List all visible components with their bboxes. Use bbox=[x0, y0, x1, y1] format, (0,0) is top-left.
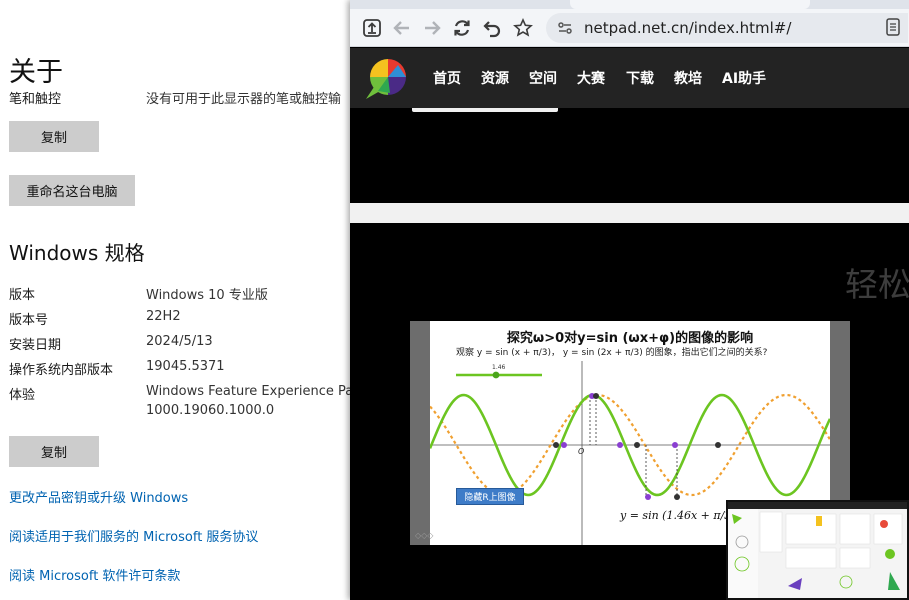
nav-home[interactable]: 首页 bbox=[433, 68, 461, 88]
nav-resources[interactable]: 资源 bbox=[481, 68, 509, 88]
spec-value-os-build: 19045.5371 bbox=[146, 359, 225, 374]
netpad-logo[interactable] bbox=[360, 55, 416, 101]
spec-value-experience-build: 1000.19060.1000.0 bbox=[146, 403, 275, 418]
hero-section: 轻松 1.46 O 探究ω>0对y=sin (ωx+φ)的图像的影响 观察 y … bbox=[350, 223, 909, 600]
figure-subtitle: 观察 y = sin (x + π/3)， y = sin (2x + π/3)… bbox=[456, 348, 768, 358]
browser-window: netpad.net.cn/index.html#/ 首页 资源 空间 大赛 下… bbox=[350, 0, 909, 600]
about-title: 关于 bbox=[9, 57, 63, 88]
copy-windows-specs-button[interactable]: 复制 bbox=[9, 436, 99, 467]
license-terms-link[interactable]: 阅读 Microsoft 软件许可条款 bbox=[9, 565, 180, 584]
site-settings-icon[interactable] bbox=[554, 17, 576, 39]
nav-contest[interactable]: 大赛 bbox=[577, 68, 605, 88]
reader-icon[interactable] bbox=[886, 18, 904, 38]
slider-value: 1.46 bbox=[492, 364, 506, 371]
browser-toolbar: netpad.net.cn/index.html#/ bbox=[350, 9, 909, 47]
nav-ai-assistant[interactable]: AI助手 bbox=[722, 68, 766, 88]
star-icon[interactable] bbox=[511, 16, 535, 40]
spec-label-os-build: 操作系统内部版本 bbox=[9, 363, 114, 378]
settings-about-panel: 关于 笔和触控 没有可用于此显示器的笔或触控输 复制 重命名这台电脑 Windo… bbox=[0, 0, 350, 600]
hide-r-graph-button[interactable]: 隐藏R上图像 bbox=[456, 488, 524, 505]
nav-space[interactable]: 空间 bbox=[529, 68, 557, 88]
slider-handle bbox=[492, 371, 500, 379]
copy-device-specs-button[interactable]: 复制 bbox=[9, 121, 99, 152]
thumbnail-preview[interactable] bbox=[726, 500, 909, 600]
banner-area bbox=[350, 108, 909, 203]
share-icon[interactable] bbox=[360, 16, 384, 40]
origin-label: O bbox=[578, 447, 584, 456]
spec-value-install-date: 2024/5/13 bbox=[146, 334, 213, 349]
figure-title: 探究ω>0对y=sin (ωx+φ)的图像的影响 bbox=[506, 331, 754, 346]
undo-icon[interactable] bbox=[480, 16, 504, 40]
pen-touch-value: 没有可用于此显示器的笔或触控输 bbox=[146, 92, 342, 107]
hero-heading: 轻松 bbox=[845, 265, 909, 304]
spec-label-version: 版本号 bbox=[9, 313, 49, 328]
figure-controls-icon[interactable]: ◇◇◇ bbox=[415, 531, 433, 540]
windows-spec-title: Windows 规格 bbox=[9, 241, 145, 265]
rename-pc-button[interactable]: 重命名这台电脑 bbox=[9, 175, 135, 206]
banner-indicator bbox=[412, 108, 558, 112]
nav-download[interactable]: 下载 bbox=[626, 68, 654, 88]
address-bar[interactable]: netpad.net.cn/index.html#/ bbox=[546, 13, 908, 43]
url-text[interactable]: netpad.net.cn/index.html#/ bbox=[584, 19, 791, 37]
spec-label-install-date: 安装日期 bbox=[9, 338, 62, 353]
spec-label-edition: 版本 bbox=[9, 288, 36, 303]
spec-label-experience: 体验 bbox=[9, 388, 36, 403]
pen-touch-label: 笔和触控 bbox=[9, 92, 62, 107]
change-product-key-link[interactable]: 更改产品密钥或升级 Windows bbox=[9, 487, 188, 506]
reload-icon[interactable] bbox=[450, 16, 474, 40]
spec-value-version: 22H2 bbox=[146, 309, 181, 324]
tab-strip bbox=[350, 0, 909, 9]
spec-value-edition: Windows 10 专业版 bbox=[146, 288, 268, 303]
section-divider bbox=[350, 203, 909, 223]
nav-training[interactable]: 教培 bbox=[674, 68, 702, 88]
back-icon[interactable] bbox=[390, 16, 414, 40]
sine-formula: y = sin (1.46x + π/3) bbox=[620, 509, 736, 522]
services-agreement-link[interactable]: 阅读适用于我们服务的 Microsoft 服务协议 bbox=[9, 526, 258, 545]
active-tab[interactable] bbox=[570, 0, 810, 9]
site-navbar: 首页 资源 空间 大赛 下载 教培 AI助手 bbox=[350, 48, 909, 108]
forward-icon[interactable] bbox=[420, 16, 444, 40]
spec-value-experience: Windows Feature Experience Pac bbox=[146, 384, 350, 399]
